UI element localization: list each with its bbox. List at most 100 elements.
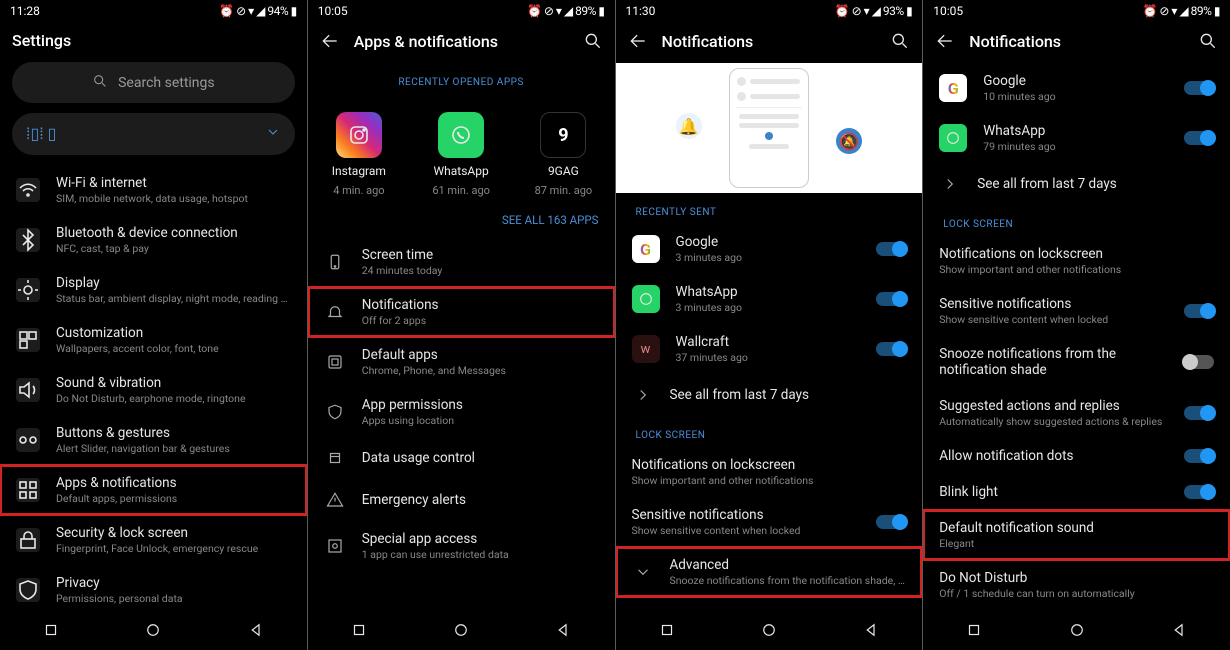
item-suggested[interactable]: Suggested actions and repliesAutomatical…	[923, 388, 1230, 438]
item-sensitive-notifications[interactable]: Sensitive notificationsShow sensitive co…	[923, 286, 1230, 336]
toggle-whatsapp[interactable]	[1184, 131, 1214, 145]
nav-back[interactable]	[554, 621, 572, 643]
toggle-wallcraft[interactable]	[876, 342, 906, 356]
item-sound[interactable]: Sound & vibrationDo Not Disturb, earphon…	[0, 365, 307, 415]
item-screen-time[interactable]: Screen time24 minutes today	[308, 237, 615, 287]
search-icon[interactable]	[583, 31, 603, 51]
back-button[interactable]	[320, 31, 340, 51]
item-buttons[interactable]: Buttons & gesturesAlert Slider, navigati…	[0, 415, 307, 465]
wifi-icon	[16, 178, 40, 202]
item-default-sound[interactable]: Default notification soundElegant	[923, 510, 1230, 560]
shield-icon	[16, 578, 40, 602]
status-icons: ⏰ ⊘ ▾ ◢ 93% ▮	[835, 4, 913, 18]
item-snooze[interactable]: Snooze notifications from the notificati…	[923, 336, 1230, 388]
item-notification-dots[interactable]: Allow notification dots	[923, 438, 1230, 474]
search-icon[interactable]	[890, 31, 910, 51]
nav-bar	[308, 614, 615, 650]
toggle-sensitive[interactable]	[876, 515, 906, 529]
noti-google[interactable]: G Google3 minutes ago	[616, 224, 923, 274]
item-blink-light[interactable]: Blink light	[923, 474, 1230, 510]
alert-icon	[324, 489, 346, 511]
status-time: 11:28	[10, 4, 40, 18]
buttons-icon	[16, 428, 40, 452]
item-data-usage[interactable]: Data usage control	[308, 437, 615, 479]
nav-back[interactable]	[247, 621, 265, 643]
nav-home[interactable]	[760, 621, 778, 643]
noti-google[interactable]: G Google10 minutes ago	[923, 63, 1230, 113]
toggle-snooze[interactable]	[1184, 355, 1214, 369]
status-icons: ⏰ ⊘ ▾ ◢ 89% ▮	[1142, 4, 1220, 18]
panel-notifications: 11:30 ⏰ ⊘ ▾ ◢ 93% ▮ Notifications 🔔 🔕 RE…	[616, 0, 923, 650]
see-all-link[interactable]: See all from last 7 days	[616, 374, 923, 416]
see-all-link[interactable]: See all from last 7 days	[923, 163, 1230, 205]
item-wifi[interactable]: Wi-Fi & internetSIM, mobile network, dat…	[0, 165, 307, 215]
page-title-row: Settings	[0, 21, 307, 62]
recently-opened-header: RECENTLY OPENED APPS	[308, 63, 615, 94]
lock-icon	[16, 528, 40, 552]
recent-app-whatsapp[interactable]: WhatsApp 61 min. ago	[416, 112, 506, 197]
item-dnd[interactable]: Do Not DisturbOff / 1 schedule can turn …	[923, 560, 1230, 610]
panel-notifications-expanded: 10:05 ⏰ ⊘ ▾ ◢ 89% ▮ Notifications G Goog…	[923, 0, 1230, 650]
toggle-whatsapp[interactable]	[876, 292, 906, 306]
item-bluetooth[interactable]: Bluetooth & device connectionNFC, cast, …	[0, 215, 307, 265]
toggle-blink[interactable]	[1184, 485, 1214, 499]
item-customization[interactable]: CustomizationWallpapers, accent color, f…	[0, 315, 307, 365]
nav-home[interactable]	[1068, 621, 1086, 643]
noti-whatsapp[interactable]: WhatsApp3 minutes ago	[616, 274, 923, 324]
search-icon	[92, 73, 108, 93]
item-emergency-alerts[interactable]: Emergency alerts	[308, 479, 615, 521]
whatsapp-icon	[632, 285, 660, 313]
chevron-right-icon	[632, 384, 654, 406]
item-special-access[interactable]: Special app access1 app can use unrestri…	[308, 521, 615, 571]
chevron-down-icon	[265, 124, 281, 144]
item-security[interactable]: Security & lock screenFingerprint, Face …	[0, 515, 307, 565]
recent-app-instagram[interactable]: Instagram 4 min. ago	[314, 112, 404, 197]
status-bar: 11:30 ⏰ ⊘ ▾ ◢ 93% ▮	[616, 0, 923, 21]
nav-recent[interactable]	[350, 621, 368, 643]
customization-icon	[16, 328, 40, 352]
nav-recent[interactable]	[42, 621, 60, 643]
search-icon[interactable]	[1198, 31, 1218, 51]
nav-back[interactable]	[1170, 621, 1188, 643]
page-title-row: Notifications	[616, 21, 923, 63]
toggle-dots[interactable]	[1184, 449, 1214, 463]
phone-mock	[729, 68, 809, 188]
status-icons: ⏰ ⊘ ▾ ◢ 89% ▮	[527, 4, 605, 18]
item-lockscreen-notifications[interactable]: Notifications on lockscreenShow importan…	[923, 236, 1230, 286]
item-advanced[interactable]: AdvancedSnooze notifications from the no…	[616, 547, 923, 597]
noti-whatsapp[interactable]: WhatsApp79 minutes ago	[923, 113, 1230, 163]
wallcraft-icon: w	[632, 335, 660, 363]
item-apps-notifications[interactable]: Apps & notificationsDefault apps, permis…	[0, 465, 307, 515]
back-button[interactable]	[628, 31, 648, 51]
see-all-apps-link[interactable]: SEE ALL 163 APPS	[308, 203, 615, 237]
bluetooth-icon	[16, 228, 40, 252]
nav-home[interactable]	[144, 621, 162, 643]
nav-home[interactable]	[452, 621, 470, 643]
display-icon	[16, 278, 40, 302]
toggle-google[interactable]	[1184, 81, 1214, 95]
noti-wallcraft[interactable]: w Wallcraft37 minutes ago	[616, 324, 923, 374]
item-app-permissions[interactable]: App permissionsApps using location	[308, 387, 615, 437]
nav-back[interactable]	[862, 621, 880, 643]
item-notifications[interactable]: NotificationsOff for 2 apps	[308, 287, 615, 337]
toggle-suggested[interactable]	[1184, 406, 1214, 420]
item-lockscreen-notifications[interactable]: Notifications on lockscreenShow importan…	[616, 447, 923, 497]
page-title: Settings	[12, 31, 295, 50]
bell-icon	[324, 301, 346, 323]
recent-app-9gag[interactable]: 9 9GAG 87 min. ago	[518, 112, 608, 197]
permissions-icon	[324, 401, 346, 423]
panel-settings: 11:28 ⏰ ⊘ ▾ ◢ 94% ▮ Settings Search sett…	[0, 0, 307, 650]
toggle-sensitive[interactable]	[1184, 304, 1214, 318]
nav-recent[interactable]	[658, 621, 676, 643]
sound-icon	[16, 378, 40, 402]
back-button[interactable]	[935, 31, 955, 51]
item-default-apps[interactable]: Default appsChrome, Phone, and Messages	[308, 337, 615, 387]
page-title-row: Apps & notifications	[308, 21, 615, 63]
item-privacy[interactable]: PrivacyPermissions, personal data	[0, 565, 307, 615]
vibrate-mode-row[interactable]: ⁞▯⁞ ▯	[12, 113, 295, 154]
item-sensitive-notifications[interactable]: Sensitive notificationsShow sensitive co…	[616, 497, 923, 547]
item-display[interactable]: DisplayStatus bar, ambient display, nigh…	[0, 265, 307, 315]
search-input[interactable]: Search settings	[12, 62, 295, 103]
toggle-google[interactable]	[876, 242, 906, 256]
nav-recent[interactable]	[965, 621, 983, 643]
